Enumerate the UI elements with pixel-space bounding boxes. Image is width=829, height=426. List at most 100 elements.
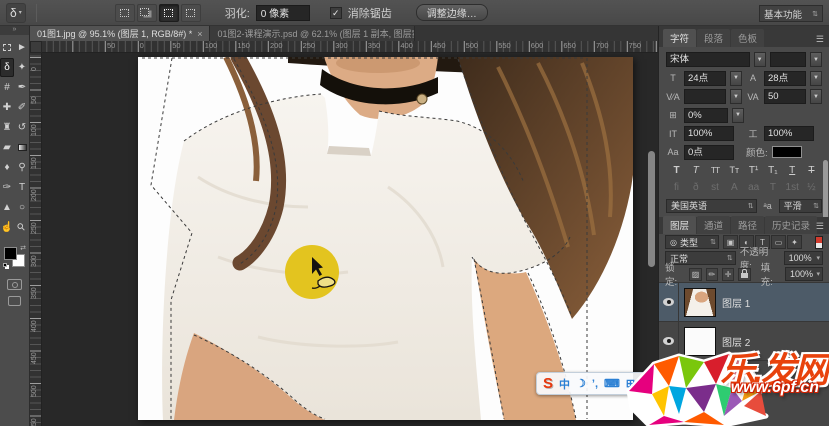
filter-toggle[interactable]: [815, 236, 823, 249]
chevron-down-icon[interactable]: ▼: [730, 71, 742, 86]
filter-kind-button-1[interactable]: ▣: [723, 235, 738, 249]
text-color-swatch[interactable]: [772, 146, 802, 158]
horizontal-ruler[interactable]: 5005010015020025030035040045050055060065…: [42, 41, 658, 53]
layers-group-tab-3[interactable]: 路径: [731, 216, 764, 234]
ruler-origin-box[interactable]: [30, 41, 42, 53]
punctuation-icon[interactable]: ’,: [592, 378, 598, 390]
tool-path-selection-tool[interactable]: ▲: [0, 198, 14, 217]
character-group-tab-2[interactable]: 段落: [697, 29, 730, 47]
character-group-tab-1[interactable]: 字符: [663, 29, 696, 47]
tool-clone-stamp-tool[interactable]: ♜: [0, 118, 14, 137]
chevron-down-icon[interactable]: ▼: [810, 89, 822, 104]
tool-history-brush-tool[interactable]: ↺: [15, 118, 29, 137]
chevron-down-icon[interactable]: ▼: [732, 108, 744, 123]
screen-mode-button[interactable]: [8, 296, 21, 306]
tool-eraser-tool[interactable]: ▰: [0, 138, 14, 157]
tool-quick-selection-tool[interactable]: ✦: [15, 58, 29, 77]
visibility-toggle[interactable]: [659, 361, 679, 399]
canvas-viewport[interactable]: [42, 53, 658, 426]
layer-row[interactable]: 图层 2: [659, 321, 829, 360]
faux-bold-button[interactable]: T: [668, 163, 685, 177]
leading-field[interactable]: 28点: [764, 71, 806, 86]
layer-filter-dropdown[interactable]: ◎ 类型 ⇅: [665, 235, 719, 249]
vertical-scale-field[interactable]: 100%: [684, 126, 734, 141]
language-dropdown[interactable]: 美国英语 ⇅: [666, 199, 757, 213]
layer-thumbnail[interactable]: [684, 366, 716, 395]
panel-menu-icon[interactable]: ☰: [816, 34, 824, 45]
opentype-button-3[interactable]: st: [707, 181, 724, 195]
all-caps-button[interactable]: TT: [707, 163, 724, 177]
layers-group-tab-1[interactable]: 图层: [663, 216, 696, 234]
strikethrough-button[interactable]: T: [803, 163, 820, 177]
layers-group-tab-4[interactable]: 历史记录: [765, 216, 817, 234]
tool-rectangular-marquee-tool[interactable]: [0, 38, 14, 57]
toolbox-icon[interactable]: ⊞: [626, 377, 635, 390]
visibility-toggle[interactable]: [659, 322, 679, 360]
underline-button[interactable]: T: [784, 163, 801, 177]
tool-dodge-tool[interactable]: ⚲: [15, 158, 29, 177]
tool-lasso-tool[interactable]: δ: [0, 58, 14, 77]
filter-kind-button-5[interactable]: ✦: [787, 235, 802, 249]
vertical-ruler[interactable]: 050100150200250300350400450500550: [30, 53, 42, 426]
tool-blur-tool[interactable]: ♦: [0, 158, 14, 177]
tool-brush-tool[interactable]: ✐: [15, 98, 29, 117]
check-icon[interactable]: ✔: [641, 375, 653, 392]
quick-mask-button[interactable]: [7, 279, 22, 290]
layer-thumbnail[interactable]: [684, 327, 716, 356]
default-colors-icon[interactable]: [3, 263, 7, 267]
font-size-field[interactable]: 24点: [684, 71, 726, 86]
document-tab-inactive[interactable]: 01图2-课程演示.psd @ 62.1% (图层 1 副本, 图层蒙版/8) …: [210, 26, 415, 41]
tool-preset-picker[interactable]: δ ▾: [6, 3, 26, 23]
tool-crop-tool[interactable]: #: [0, 78, 14, 97]
moon-icon[interactable]: ☽: [576, 377, 586, 390]
tool-gradient-tool[interactable]: [15, 138, 29, 157]
horizontal-scale-field[interactable]: 100%: [764, 126, 814, 141]
close-icon[interactable]: ×: [197, 29, 202, 39]
lock-transparency-button[interactable]: ▨: [689, 268, 701, 281]
tool-hand-tool[interactable]: ☝: [0, 218, 14, 237]
chevron-down-icon[interactable]: ▼: [730, 89, 742, 104]
tool-shape-tool[interactable]: ○: [15, 198, 29, 217]
character-group-tab-3[interactable]: 色板: [731, 29, 764, 47]
subtract-from-selection-button[interactable]: [159, 4, 179, 22]
opentype-button-1[interactable]: fi: [668, 181, 685, 195]
faux-italic-button[interactable]: T: [687, 163, 704, 177]
opentype-button-2[interactable]: ð: [687, 181, 704, 195]
lock-all-button[interactable]: [738, 268, 750, 281]
visibility-toggle[interactable]: [659, 283, 679, 321]
tool-zoom-tool[interactable]: ⚲: [15, 218, 29, 237]
refine-edge-button[interactable]: 调整边缘…: [416, 4, 488, 21]
proportional-spacing-field[interactable]: 0%: [684, 108, 728, 123]
document-tab-active[interactable]: 01图1.jpg @ 95.1% (图层 1, RGB/8#) * ×: [30, 26, 210, 41]
opentype-button-7[interactable]: 1st: [784, 181, 801, 195]
panel-menu-icon[interactable]: ☰: [816, 221, 824, 232]
tool-type-tool[interactable]: T: [15, 178, 29, 197]
layer-row[interactable]: 背景: [659, 360, 829, 399]
opacity-dropdown[interactable]: 100% ▾: [784, 251, 823, 265]
tool-move-tool[interactable]: ►: [15, 38, 29, 57]
superscript-button[interactable]: T¹: [745, 163, 762, 177]
baseline-shift-field[interactable]: 0点: [684, 145, 734, 160]
opentype-button-6[interactable]: T: [764, 181, 781, 195]
soft-keyboard-icon[interactable]: ⌨: [604, 377, 620, 390]
subscript-button[interactable]: T₁: [764, 163, 781, 177]
tool-healing-brush-tool[interactable]: ✚: [0, 98, 14, 117]
chinese-mode-icon[interactable]: 中: [559, 376, 570, 392]
tracking-field[interactable]: 50: [764, 89, 806, 104]
document-canvas[interactable]: [138, 57, 633, 420]
canvas-vertical-scrollbar[interactable]: [648, 151, 655, 267]
lock-position-button[interactable]: ✛: [722, 268, 734, 281]
layer-thumbnail[interactable]: [684, 288, 716, 317]
font-family-field[interactable]: 宋体: [666, 52, 750, 67]
foreground-color-swatch[interactable]: [4, 247, 17, 260]
kerning-field[interactable]: [684, 89, 726, 104]
tool-eyedropper-tool[interactable]: ✒: [15, 78, 29, 97]
tool-pen-tool[interactable]: ✑: [0, 178, 14, 197]
lock-pixels-button[interactable]: ✏: [706, 268, 718, 281]
layer-row[interactable]: 图层 1: [659, 282, 829, 321]
anti-alias-dropdown[interactable]: 平滑 ⇅: [779, 199, 822, 213]
fill-dropdown[interactable]: 100% ▾: [785, 267, 823, 281]
add-to-selection-button[interactable]: [137, 4, 157, 22]
chevron-down-icon[interactable]: ▼: [754, 52, 766, 67]
layers-group-tab-2[interactable]: 通道: [697, 216, 730, 234]
